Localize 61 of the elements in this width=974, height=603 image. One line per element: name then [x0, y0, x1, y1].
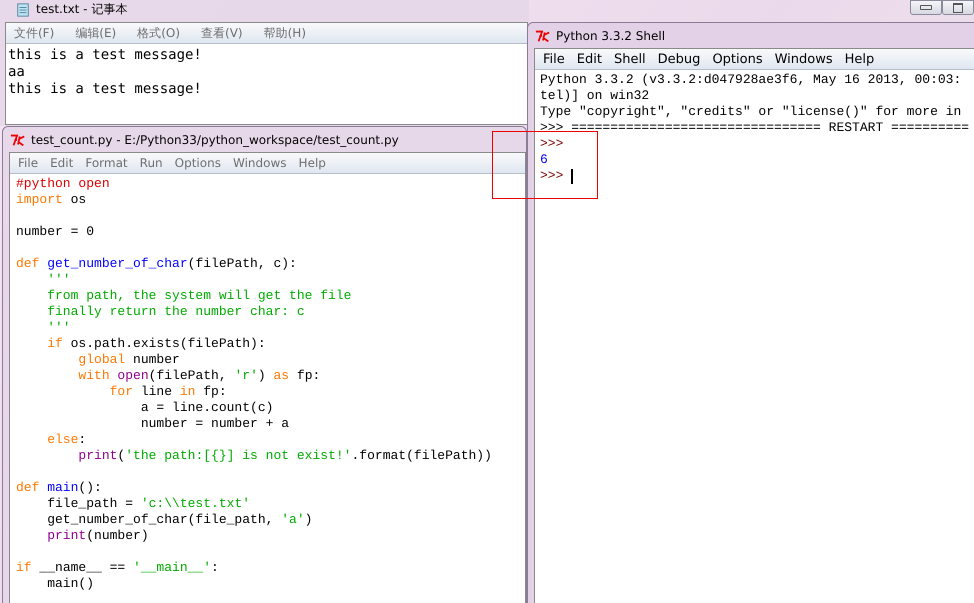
- tk-feather-icon: [535, 28, 551, 42]
- code-line: finally return the number char: c: [46, 304, 305, 320]
- menu-item[interactable]: Help: [294, 156, 334, 170]
- menu-item[interactable]: Help: [840, 52, 882, 66]
- shell-console[interactable]: Python 3.3.2 (v3.3.2:d047928ae3f6, May 16 2013, 00:03: tel)] on win32 Type "copyright", "credits" or "license()" for more in >>> ================================ RESTART ========== >>> 6 >>>: [535, 70, 974, 603]
- code-line: if __name__ == '__main__':: [16, 560, 219, 576]
- code-line: from path, the system will get the file: [46, 288, 352, 304]
- console-text: >>>: [540, 136, 564, 152]
- window-title: test.txt - 记事本: [36, 1, 128, 18]
- code-line: global number: [77, 352, 180, 368]
- code-line: file_path = 'c:\\test.txt': [46, 496, 250, 512]
- code-line: else:: [46, 432, 86, 448]
- notepad-icon: [15, 2, 31, 16]
- menu-item[interactable]: File: [539, 52, 573, 66]
- menu-item[interactable]: Debug: [654, 52, 708, 66]
- text-line: aa: [8, 64, 25, 81]
- menu-item[interactable]: Edit: [46, 156, 82, 170]
- console-text: 6: [540, 152, 548, 168]
- console-text: >>> ================================ RESTART ==========: [540, 120, 970, 136]
- tk-feather-icon: [10, 132, 26, 146]
- menu-item[interactable]: Windows: [770, 52, 841, 66]
- code-line: ''': [46, 272, 71, 288]
- console-text: >>>: [540, 168, 564, 184]
- minimize-button[interactable]: [910, 0, 942, 15]
- menu-item[interactable]: 文件(F): [10, 24, 72, 42]
- code-line: import os: [16, 192, 86, 208]
- maximize-button[interactable]: [942, 0, 974, 15]
- text-line: this is a test message!: [8, 47, 202, 64]
- menu-item[interactable]: 查看(V): [197, 24, 260, 42]
- code-line: number = number + a: [140, 416, 290, 432]
- text-area[interactable]: this is a test message! aa this is a test message!: [6, 44, 527, 124]
- menu-item[interactable]: Edit: [572, 52, 610, 66]
- menu-item[interactable]: Options: [708, 52, 771, 66]
- window-title: test_count.py - E:/Python33/python_workspace/test_count.py: [31, 132, 399, 146]
- code-line: get_number_of_char(file_path, 'a'): [46, 512, 312, 528]
- code-line: def get_number_of_char(filePath, c):: [16, 256, 297, 272]
- code-line: #python open: [16, 176, 110, 192]
- menu-item[interactable]: Windows: [228, 156, 295, 170]
- code-line: print('the path:[{}] is not exist!'.format(filePath)): [77, 448, 492, 464]
- code-line: with open(filePath, 'r') as fp:: [77, 368, 320, 384]
- code-line: number = 0: [16, 224, 94, 240]
- code-line: for line in fp:: [108, 384, 227, 400]
- menu-item[interactable]: File: [14, 156, 46, 170]
- console-text: Python 3.3.2 (v3.3.2:d047928ae3f6, May 16 2013, 00:03:: [540, 72, 962, 88]
- menu-item[interactable]: 格式(O): [133, 24, 198, 42]
- menu-item[interactable]: Options: [170, 156, 229, 170]
- code-line: def main():: [16, 480, 102, 496]
- console-text: Type "copyright", "credits" or "license()" for more in: [540, 104, 962, 120]
- code-line: main(): [46, 576, 94, 592]
- menu-item[interactable]: Format: [81, 156, 136, 170]
- code-line: a = line.count(c): [140, 400, 274, 416]
- menu-item[interactable]: Shell: [610, 52, 654, 66]
- text-line: this is a test message!: [8, 81, 202, 98]
- window-title: Python 3.3.2 Shell: [556, 28, 666, 42]
- menu-item[interactable]: Run: [136, 156, 171, 170]
- code-line: ''': [46, 320, 71, 336]
- menu-item[interactable]: 帮助(H): [260, 24, 323, 42]
- code-line: if os.path.exists(filePath):: [46, 336, 266, 352]
- code-line: print(number): [46, 528, 149, 544]
- menu-item[interactable]: 编辑(E): [71, 24, 134, 42]
- console-text: tel)] on win32: [540, 88, 650, 104]
